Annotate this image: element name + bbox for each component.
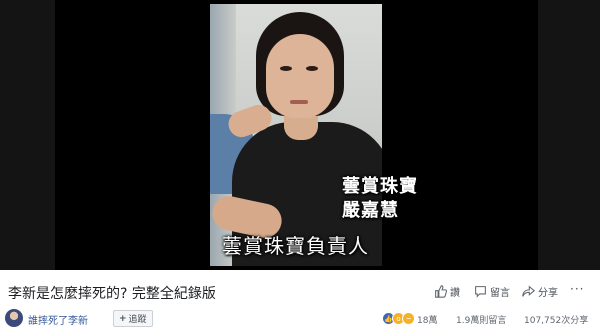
share-button[interactable]: 分享: [522, 283, 558, 299]
comment-icon: [475, 285, 486, 298]
frame-subject-mouth: [290, 100, 308, 104]
shares-count[interactable]: 107,752次分享: [524, 313, 588, 326]
frame-subject-eye: [306, 66, 318, 71]
more-options-button[interactable]: ···: [570, 282, 584, 296]
video-player[interactable]: 蕓賞珠寶 嚴嘉慧 蕓賞珠寶負責人: [0, 0, 600, 270]
follow-button[interactable]: + 追蹤: [113, 310, 153, 327]
caption-role: 蕓賞珠寶負責人: [222, 234, 369, 258]
like-label: 讚: [450, 287, 460, 299]
video-letterbox-right: [538, 0, 600, 270]
page-name-link[interactable]: 誰摔死了李新: [28, 312, 88, 327]
comments-count[interactable]: 1.9萬則留言: [456, 313, 506, 326]
frame-subject-eye: [280, 66, 292, 71]
share-label: 分享: [538, 287, 558, 299]
reactions-count[interactable]: 18萬: [417, 313, 437, 326]
page-avatar[interactable]: [5, 309, 23, 327]
sad-reaction-icon: ~: [402, 312, 415, 325]
share-icon: [522, 284, 535, 297]
like-button[interactable]: 讚: [434, 283, 460, 299]
video-letterbox-left: [0, 0, 55, 270]
frame-subject-face: [266, 34, 334, 118]
video-frame: [210, 4, 382, 266]
reactions-summary[interactable]: 👍 o ~: [382, 312, 415, 325]
comment-button[interactable]: 留言: [474, 283, 510, 299]
comment-label: 留言: [490, 287, 510, 299]
caption-name-line2: 嚴嘉慧: [342, 200, 399, 221]
plus-icon: +: [119, 313, 127, 324]
caption-name-line1: 蕓賞珠寶: [342, 176, 418, 197]
follow-label: 追蹤: [128, 315, 147, 325]
video-title[interactable]: 李新是怎麼摔死的? 完整全紀錄版: [8, 283, 216, 303]
thumbs-up-icon: [435, 284, 447, 298]
